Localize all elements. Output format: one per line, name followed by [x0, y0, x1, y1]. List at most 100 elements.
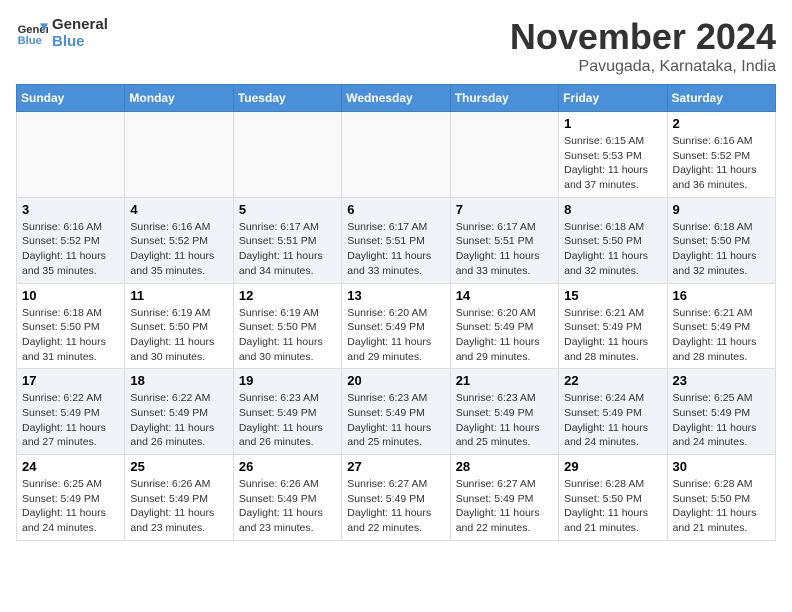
logo-general: General	[52, 16, 108, 33]
day-info: Sunrise: 6:22 AM Sunset: 5:49 PM Dayligh…	[22, 391, 119, 450]
calendar-day-cell: 25 Sunrise: 6:26 AM Sunset: 5:49 PM Dayli…	[125, 455, 233, 541]
day-number: 5	[239, 202, 336, 217]
calendar-day-cell: 29 Sunrise: 6:28 AM Sunset: 5:50 PM Dayli…	[559, 455, 667, 541]
calendar-day-cell: 1Sunrise: 6:15 AM Sunset: 5:53 PM Daylig…	[559, 112, 667, 198]
calendar-week-row: 24 Sunrise: 6:25 AM Sunset: 5:49 PM Dayli…	[17, 455, 776, 541]
calendar-day-cell: 3Sunrise: 6:16 AM Sunset: 5:52 PM Daylig…	[17, 197, 125, 283]
day-number: 11	[130, 288, 227, 303]
calendar-week-row: 17Sunrise: 6:22 AM Sunset: 5:49 PM Dayli…	[17, 369, 776, 455]
calendar-day-cell: 26Sunrise: 6:26 AM Sunset: 5:49 PM Dayli…	[233, 455, 341, 541]
calendar-day-cell: 18Sunrise: 6:22 AM Sunset: 5:49 PM Dayli…	[125, 369, 233, 455]
calendar-day-cell: 20Sunrise: 6:23 AM Sunset: 5:49 PM Dayli…	[342, 369, 450, 455]
calendar-day-cell	[342, 112, 450, 198]
day-number: 1	[564, 116, 661, 131]
day-number: 12	[239, 288, 336, 303]
day-info: Sunrise: 6:20 AM Sunset: 5:49 PM Dayligh…	[347, 306, 444, 365]
calendar-day-cell: 27 Sunrise: 6:27 AM Sunset: 5:49 PM Dayli…	[342, 455, 450, 541]
calendar-day-cell: 7Sunrise: 6:17 AM Sunset: 5:51 PM Daylig…	[450, 197, 558, 283]
day-info: Sunrise: 6:27 AM Sunset: 5:49 PM Dayligh…	[456, 477, 553, 536]
calendar-day-cell: 30 Sunrise: 6:28 AM Sunset: 5:50 PM Dayli…	[667, 455, 775, 541]
day-number: 4	[130, 202, 227, 217]
calendar-day-cell: 10 Sunrise: 6:18 AM Sunset: 5:50 PM Dayli…	[17, 283, 125, 369]
day-info: Sunrise: 6:21 AM Sunset: 5:49 PM Dayligh…	[564, 306, 661, 365]
day-info: Sunrise: 6:25 AM Sunset: 5:49 PM Dayligh…	[22, 477, 119, 536]
calendar-day-cell: 12 Sunrise: 6:19 AM Sunset: 5:50 PM Dayli…	[233, 283, 341, 369]
calendar-day-cell: 28 Sunrise: 6:27 AM Sunset: 5:49 PM Dayli…	[450, 455, 558, 541]
calendar-day-cell: 15Sunrise: 6:21 AM Sunset: 5:49 PM Dayli…	[559, 283, 667, 369]
day-info: Sunrise: 6:19 AM Sunset: 5:50 PM Dayligh…	[239, 306, 336, 365]
day-of-week-header: Sunday	[17, 85, 125, 112]
day-info: Sunrise: 6:26 AM Sunset: 5:49 PM Dayligh…	[239, 477, 336, 536]
calendar-day-cell: 24 Sunrise: 6:25 AM Sunset: 5:49 PM Dayli…	[17, 455, 125, 541]
day-info: Sunrise: 6:28 AM Sunset: 5:50 PM Dayligh…	[673, 477, 770, 536]
calendar-header-row: SundayMondayTuesdayWednesdayThursdayFrid…	[17, 85, 776, 112]
day-info: Sunrise: 6:28 AM Sunset: 5:50 PM Dayligh…	[564, 477, 661, 536]
calendar-day-cell: 21 Sunrise: 6:23 AM Sunset: 5:49 PM Dayli…	[450, 369, 558, 455]
day-of-week-header: Wednesday	[342, 85, 450, 112]
day-info: Sunrise: 6:26 AM Sunset: 5:49 PM Dayligh…	[130, 477, 227, 536]
day-info: Sunrise: 6:16 AM Sunset: 5:52 PM Dayligh…	[130, 220, 227, 279]
day-info: Sunrise: 6:23 AM Sunset: 5:49 PM Dayligh…	[456, 391, 553, 450]
day-number: 10	[22, 288, 119, 303]
location: Pavugada, Karnataka, India	[510, 58, 776, 76]
header: General Blue General Blue November 2024 …	[16, 16, 776, 76]
day-info: Sunrise: 6:20 AM Sunset: 5:49 PM Dayligh…	[456, 306, 553, 365]
day-number: 21	[456, 373, 553, 388]
calendar-day-cell: 11 Sunrise: 6:19 AM Sunset: 5:50 PM Dayli…	[125, 283, 233, 369]
calendar-day-cell: 13 Sunrise: 6:20 AM Sunset: 5:49 PM Dayli…	[342, 283, 450, 369]
calendar-day-cell	[233, 112, 341, 198]
month-title: November 2024	[510, 16, 776, 58]
day-info: Sunrise: 6:16 AM Sunset: 5:52 PM Dayligh…	[673, 134, 770, 193]
day-info: Sunrise: 6:18 AM Sunset: 5:50 PM Dayligh…	[673, 220, 770, 279]
day-number: 29	[564, 459, 661, 474]
day-number: 24	[22, 459, 119, 474]
day-number: 3	[22, 202, 119, 217]
calendar-day-cell: 8 Sunrise: 6:18 AM Sunset: 5:50 PM Daylig…	[559, 197, 667, 283]
logo-blue: Blue	[52, 33, 108, 50]
day-of-week-header: Monday	[125, 85, 233, 112]
day-number: 9	[673, 202, 770, 217]
day-info: Sunrise: 6:17 AM Sunset: 5:51 PM Dayligh…	[347, 220, 444, 279]
day-number: 22	[564, 373, 661, 388]
calendar-day-cell: 16 Sunrise: 6:21 AM Sunset: 5:49 PM Dayli…	[667, 283, 775, 369]
day-info: Sunrise: 6:18 AM Sunset: 5:50 PM Dayligh…	[564, 220, 661, 279]
calendar-day-cell	[17, 112, 125, 198]
day-info: Sunrise: 6:23 AM Sunset: 5:49 PM Dayligh…	[347, 391, 444, 450]
logo: General Blue General Blue	[16, 16, 108, 50]
calendar-day-cell: 6 Sunrise: 6:17 AM Sunset: 5:51 PM Daylig…	[342, 197, 450, 283]
day-number: 6	[347, 202, 444, 217]
day-of-week-header: Thursday	[450, 85, 558, 112]
calendar-week-row: 3 Sunrise: 6:16 AM Sunset: 5:52 PM Daylig…	[17, 197, 776, 283]
calendar-day-cell	[125, 112, 233, 198]
calendar-day-cell: 2Sunrise: 6:16 AM Sunset: 5:52 PM Daylig…	[667, 112, 775, 198]
day-info: Sunrise: 6:19 AM Sunset: 5:50 PM Dayligh…	[130, 306, 227, 365]
day-number: 19	[239, 373, 336, 388]
calendar-day-cell: 23 Sunrise: 6:25 AM Sunset: 5:49 PM Dayli…	[667, 369, 775, 455]
day-info: Sunrise: 6:23 AM Sunset: 5:49 PM Dayligh…	[239, 391, 336, 450]
day-info: Sunrise: 6:22 AM Sunset: 5:49 PM Dayligh…	[130, 391, 227, 450]
calendar-day-cell: 4 Sunrise: 6:16 AM Sunset: 5:52 PM Daylig…	[125, 197, 233, 283]
calendar-day-cell: 5Sunrise: 6:17 AM Sunset: 5:51 PM Daylig…	[233, 197, 341, 283]
day-info: Sunrise: 6:17 AM Sunset: 5:51 PM Dayligh…	[456, 220, 553, 279]
day-info: Sunrise: 6:27 AM Sunset: 5:49 PM Dayligh…	[347, 477, 444, 536]
day-number: 13	[347, 288, 444, 303]
calendar-day-cell: 22 Sunrise: 6:24 AM Sunset: 5:49 PM Dayli…	[559, 369, 667, 455]
day-number: 23	[673, 373, 770, 388]
day-number: 27	[347, 459, 444, 474]
day-info: Sunrise: 6:24 AM Sunset: 5:49 PM Dayligh…	[564, 391, 661, 450]
calendar-week-row: 1Sunrise: 6:15 AM Sunset: 5:53 PM Daylig…	[17, 112, 776, 198]
svg-text:Blue: Blue	[18, 35, 42, 47]
day-number: 8	[564, 202, 661, 217]
logo-icon: General Blue	[16, 17, 48, 49]
calendar-table: SundayMondayTuesdayWednesdayThursdayFrid…	[16, 84, 776, 541]
calendar-day-cell: 9 Sunrise: 6:18 AM Sunset: 5:50 PM Daylig…	[667, 197, 775, 283]
day-number: 28	[456, 459, 553, 474]
day-number: 14	[456, 288, 553, 303]
day-number: 30	[673, 459, 770, 474]
day-number: 25	[130, 459, 227, 474]
calendar-day-cell: 19 Sunrise: 6:23 AM Sunset: 5:49 PM Dayli…	[233, 369, 341, 455]
day-info: Sunrise: 6:18 AM Sunset: 5:50 PM Dayligh…	[22, 306, 119, 365]
day-info: Sunrise: 6:25 AM Sunset: 5:49 PM Dayligh…	[673, 391, 770, 450]
day-number: 16	[673, 288, 770, 303]
day-info: Sunrise: 6:21 AM Sunset: 5:49 PM Dayligh…	[673, 306, 770, 365]
